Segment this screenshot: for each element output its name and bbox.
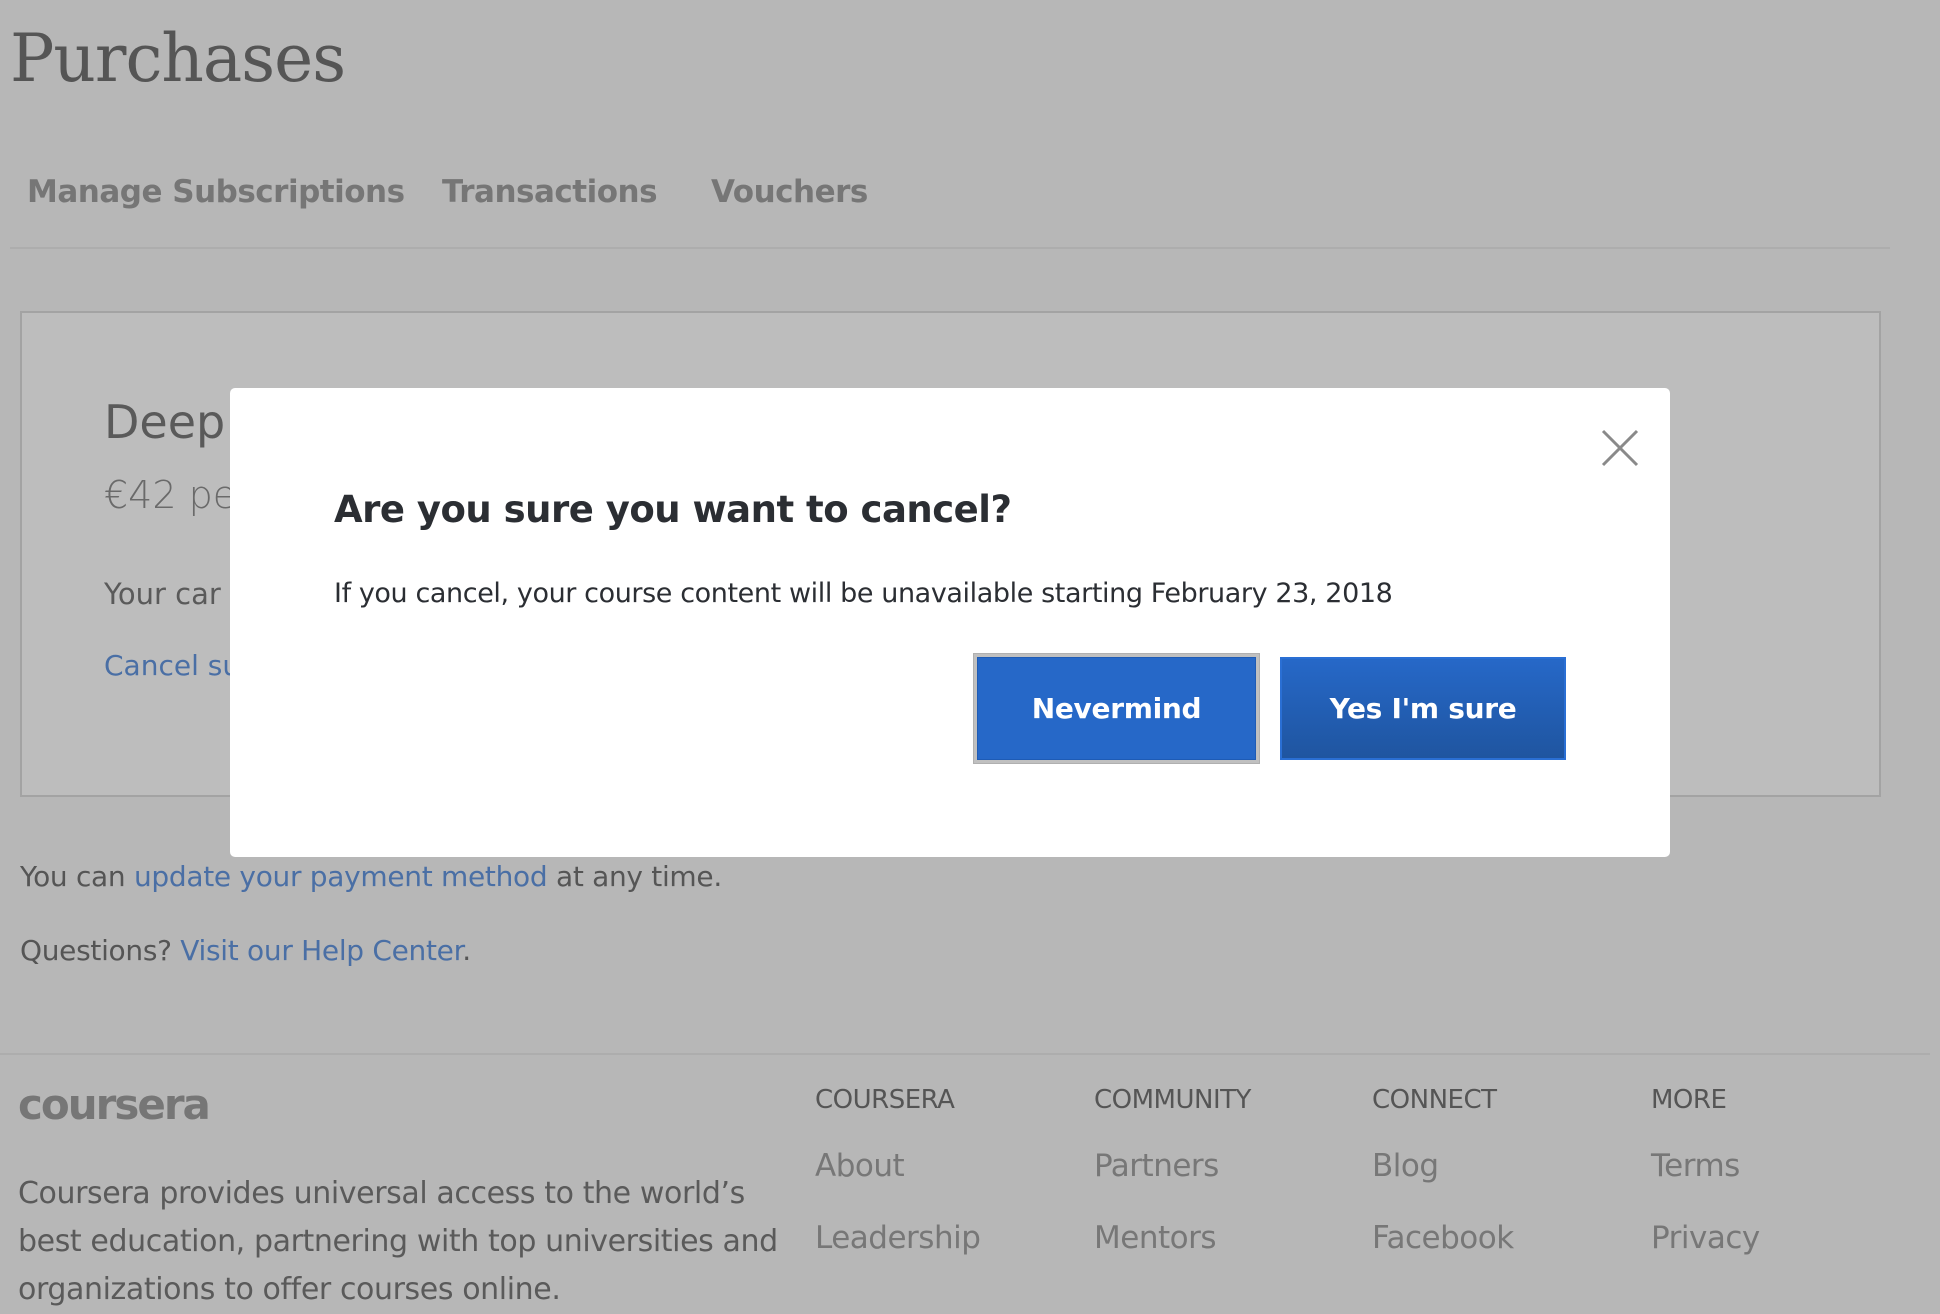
dialog-message: If you cancel, your course content will … bbox=[334, 578, 1393, 609]
close-icon bbox=[1601, 429, 1639, 467]
nevermind-button[interactable]: Nevermind bbox=[977, 657, 1256, 760]
close-button[interactable] bbox=[1600, 428, 1640, 468]
confirm-cancel-button[interactable]: Yes I'm sure bbox=[1280, 657, 1566, 760]
dialog-heading: Are you sure you want to cancel? bbox=[334, 488, 1012, 531]
cancel-confirmation-dialog: Are you sure you want to cancel? If you … bbox=[230, 388, 1670, 857]
